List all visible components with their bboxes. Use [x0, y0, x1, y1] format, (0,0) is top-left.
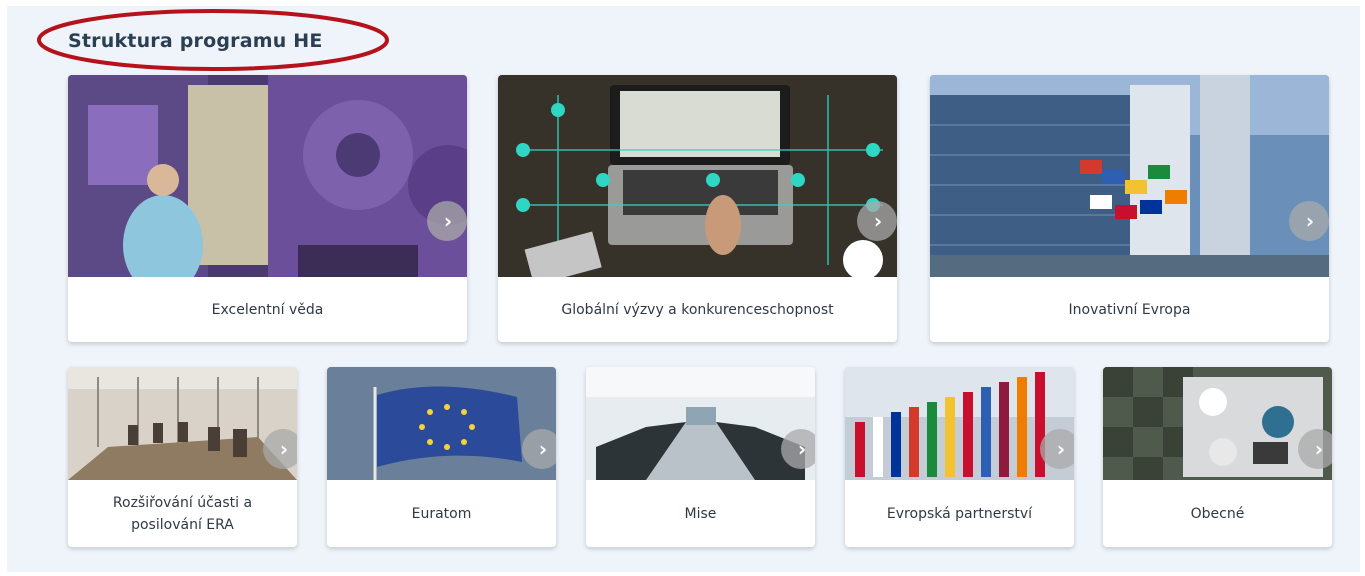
card-label: Rozšiřování účasti a posilování ERA: [112, 494, 253, 533]
chevron-right-icon: ›: [1314, 437, 1324, 461]
card-arrow-button[interactable]: ›: [1289, 201, 1329, 241]
card-inovativni-evropa[interactable]: › Inovativní Evropa: [930, 75, 1329, 342]
card-arrow-button[interactable]: ›: [263, 429, 297, 469]
card-image-eu-parliament: [930, 75, 1329, 277]
card-image-laptop-network: [498, 75, 897, 277]
chevron-right-icon: ›: [443, 209, 453, 233]
card-label: Inovativní Evropa: [1068, 301, 1191, 318]
card-label: Globální výzvy a konkurenceschopnost: [561, 301, 834, 318]
chevron-right-icon: ›: [538, 437, 548, 461]
chevron-right-icon: ›: [873, 209, 883, 233]
card-mise[interactable]: › Mise: [586, 367, 815, 547]
section-header: Struktura programu HE: [36, 8, 390, 72]
card-image-flags: [845, 367, 1074, 480]
card-evropska-partnerstvi[interactable]: › Evropská partnerství: [845, 367, 1074, 547]
card-arrow-button[interactable]: ›: [522, 429, 556, 469]
card-rozsirovani-ucasti[interactable]: › Rozšiřování účasti a posilování ERA: [68, 367, 297, 547]
chevron-right-icon: ›: [1305, 209, 1315, 233]
card-globalni-vyzvy[interactable]: › Globální výzvy a konkurenceschopnost: [498, 75, 897, 342]
card-image-meeting-table: [1103, 367, 1332, 480]
card-image-eu-flag: [327, 367, 556, 480]
chevron-right-icon: ›: [1056, 437, 1066, 461]
card-arrow-button[interactable]: ›: [427, 201, 467, 241]
card-label: Obecné: [1190, 505, 1245, 522]
chevron-right-icon: ›: [279, 437, 289, 461]
card-euratom[interactable]: › Euratom: [327, 367, 556, 547]
card-arrow-button[interactable]: ›: [781, 429, 815, 469]
card-label: Euratom: [411, 505, 472, 522]
card-label: Mise: [684, 505, 717, 522]
card-image-walkway: [586, 367, 815, 480]
card-label: Evropská partnerství: [886, 505, 1033, 522]
section-title: Struktura programu HE: [68, 30, 323, 52]
card-label: Excelentní věda: [211, 301, 324, 318]
card-image-lab: [68, 75, 467, 277]
card-excelentni-veda[interactable]: › Excelentní věda: [68, 75, 467, 342]
card-image-conference-room: [68, 367, 297, 480]
card-arrow-button[interactable]: ›: [857, 201, 897, 241]
card-arrow-button[interactable]: ›: [1040, 429, 1074, 469]
card-obecne[interactable]: › Obecné: [1103, 367, 1332, 547]
card-arrow-button[interactable]: ›: [1298, 429, 1332, 469]
chevron-right-icon: ›: [797, 437, 807, 461]
